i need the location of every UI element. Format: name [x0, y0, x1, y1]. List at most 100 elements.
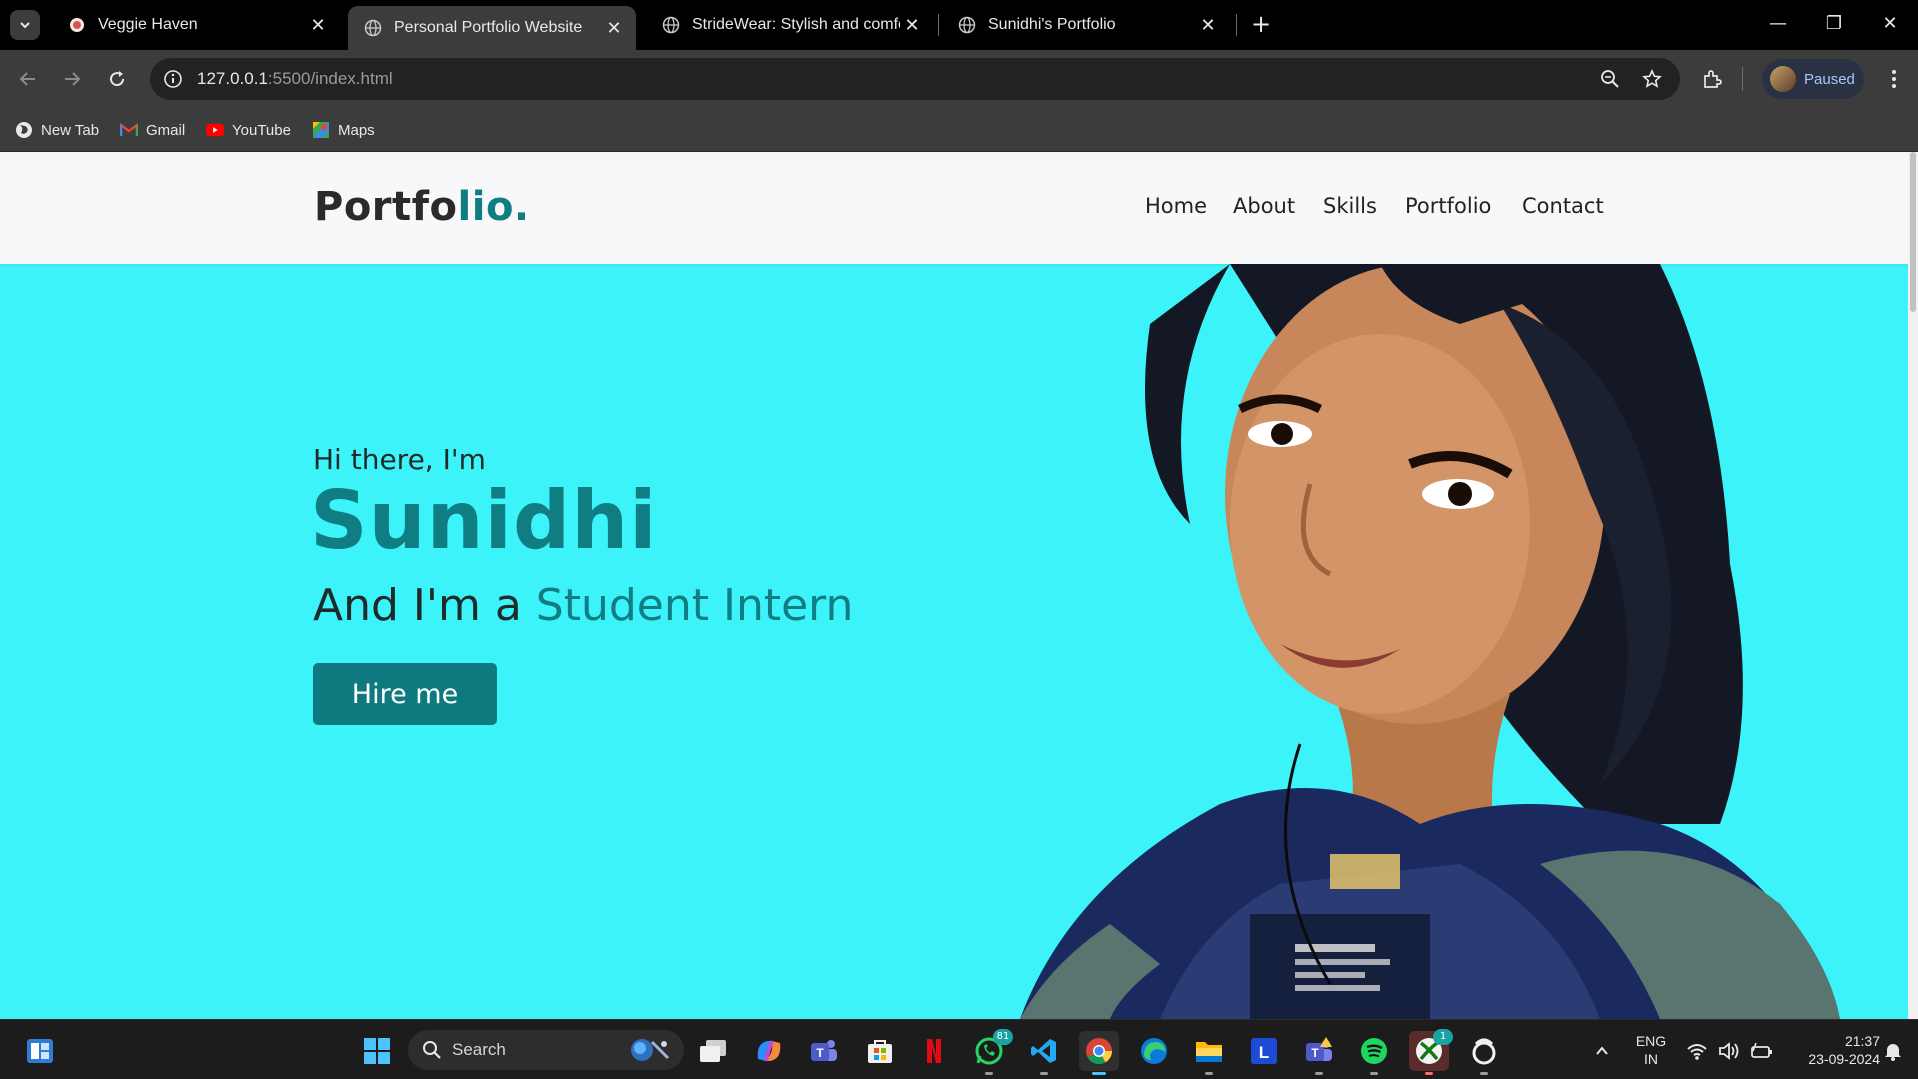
bookmark-new-tab[interactable]: New Tab [15, 118, 99, 142]
hero-name: Sunidhi [310, 474, 658, 567]
tab-title: StrideWear: Stylish and comfort [692, 16, 900, 33]
l-app-icon[interactable]: L [1244, 1031, 1284, 1071]
spotify-icon[interactable] [1354, 1031, 1394, 1075]
gmail-icon [120, 121, 138, 139]
xbox-badge: 1 [1433, 1029, 1453, 1045]
running-indicator [1315, 1072, 1323, 1075]
restore-button[interactable]: ❐ [1806, 8, 1862, 40]
edge-icon[interactable] [1134, 1031, 1174, 1071]
vscode-icon[interactable] [1024, 1031, 1064, 1075]
tab-sunidhi-portfolio[interactable]: Sunidhi's Portfolio ✕ [942, 6, 1230, 44]
browser-toolbar: 127.0.0.1:5500/index.html Paused [0, 50, 1918, 108]
bookmarks-bar: New Tab Gmail YouTube Maps [0, 108, 1918, 152]
hero-greeting: Hi there, I'm [313, 443, 486, 476]
close-icon[interactable]: ✕ [306, 15, 330, 36]
kebab-menu-icon [1892, 70, 1896, 88]
nav-link-home[interactable]: Home [1145, 194, 1207, 218]
browser-menu-button[interactable] [1880, 65, 1908, 93]
tab-personal-portfolio[interactable]: Personal Portfolio Website ✕ [348, 6, 636, 50]
address-bar[interactable]: 127.0.0.1:5500/index.html [150, 58, 1680, 100]
svg-text:T: T [816, 1046, 824, 1060]
back-button[interactable] [12, 63, 44, 95]
page-viewport[interactable]: Portfolio. Home About Skills Portfolio C… [0, 152, 1908, 1019]
language-line-2: IN [1644, 1051, 1658, 1067]
nav-link-skills[interactable]: Skills [1323, 194, 1377, 218]
bookmark-label: Gmail [146, 121, 186, 139]
hero-role-accent: Student Intern [535, 580, 854, 631]
task-view-icon[interactable] [693, 1031, 733, 1071]
page-scrollbar[interactable] [1908, 152, 1918, 1019]
chrome-icon[interactable] [1079, 1031, 1119, 1075]
notifications-bell-icon[interactable] [1876, 1031, 1910, 1071]
globe-icon [15, 121, 33, 139]
bookmark-youtube[interactable]: YouTube [206, 118, 291, 142]
taskbar-search-label: Search [452, 1040, 506, 1059]
site-info-icon[interactable] [160, 66, 186, 92]
camera-app-icon[interactable] [1464, 1031, 1504, 1075]
teams-work-icon[interactable]: T [1299, 1031, 1339, 1075]
tab-separator [938, 14, 939, 36]
widgets-icon[interactable] [20, 1031, 60, 1071]
youtube-icon [206, 121, 224, 139]
site-logo[interactable]: Portfolio. [314, 184, 530, 230]
teams-icon[interactable]: T [804, 1031, 844, 1071]
url-host: 127.0.0.1 [197, 69, 268, 88]
tab-title: Personal Portfolio Website [394, 19, 583, 36]
close-icon[interactable]: ✕ [1196, 15, 1220, 36]
whatsapp-badge: 81 [993, 1029, 1013, 1045]
globe-icon [364, 19, 382, 37]
whatsapp-icon[interactable]: 81 [969, 1029, 1013, 1075]
scrollbar-thumb[interactable] [1910, 152, 1916, 312]
avatar [1770, 66, 1796, 92]
clock-time: 21:37 [1844, 1033, 1880, 1049]
close-icon[interactable]: ✕ [900, 15, 924, 36]
nav-link-portfolio[interactable]: Portfolio [1405, 194, 1491, 218]
taskbar-search-box[interactable]: Search [408, 1030, 684, 1070]
xbox-icon[interactable]: 1 [1409, 1029, 1453, 1075]
language-indicator[interactable]: ENG IN [1628, 1032, 1674, 1068]
running-indicator [985, 1072, 993, 1075]
battery-icon [1751, 1042, 1772, 1058]
logo-accent: lio. [457, 184, 530, 230]
running-indicator [1370, 1072, 1378, 1075]
veggie-favicon-icon [68, 16, 86, 34]
extensions-icon[interactable] [1698, 65, 1726, 93]
hero-role-prefix: And I'm a [313, 580, 536, 631]
nav-link-contact[interactable]: Contact [1522, 194, 1604, 218]
profile-button[interactable]: Paused [1762, 59, 1864, 99]
tab-veggie-haven[interactable]: Veggie Haven ✕ [52, 6, 340, 44]
tab-title: Veggie Haven [98, 16, 198, 33]
tab-title: Sunidhi's Portfolio [988, 16, 1116, 33]
nav-link-about[interactable]: About [1233, 194, 1295, 218]
tray-overflow-chevron-up-icon[interactable] [1582, 1031, 1622, 1071]
maps-icon [312, 121, 330, 139]
file-explorer-icon[interactable] [1189, 1031, 1229, 1075]
forward-button[interactable] [56, 63, 88, 95]
tab-stridewear[interactable]: StrideWear: Stylish and comfort ✕ [646, 6, 934, 44]
clock[interactable]: 21:37 23-09-2024 [1780, 1032, 1880, 1068]
copilot-icon[interactable] [749, 1031, 789, 1071]
profile-status: Paused [1804, 70, 1855, 88]
zoom-icon[interactable] [1598, 67, 1622, 91]
running-indicator [1425, 1072, 1433, 1075]
netflix-icon[interactable] [914, 1031, 954, 1071]
bookmark-gmail[interactable]: Gmail [120, 118, 185, 142]
start-icon[interactable] [357, 1031, 397, 1071]
wifi-icon [1687, 1044, 1707, 1060]
bookmark-maps[interactable]: Maps [312, 118, 375, 142]
reload-button[interactable] [101, 63, 133, 95]
logo-main: Portfo [314, 184, 458, 230]
url-text[interactable]: 127.0.0.1:5500/index.html [197, 69, 393, 89]
store-icon[interactable] [860, 1031, 900, 1071]
bookmark-star-icon[interactable] [1640, 67, 1664, 91]
quick-settings-button[interactable] [1680, 1031, 1780, 1071]
toolbar-divider [1742, 67, 1743, 91]
minimize-button[interactable]: — [1750, 8, 1806, 40]
close-window-button[interactable]: ✕ [1862, 8, 1918, 40]
tab-search-button[interactable] [10, 10, 40, 40]
new-tab-button[interactable]: + [1245, 8, 1277, 40]
reload-icon [110, 71, 125, 87]
close-icon[interactable]: ✕ [602, 18, 626, 39]
hire-me-button[interactable]: Hire me [313, 663, 497, 725]
globe-icon [662, 16, 680, 34]
